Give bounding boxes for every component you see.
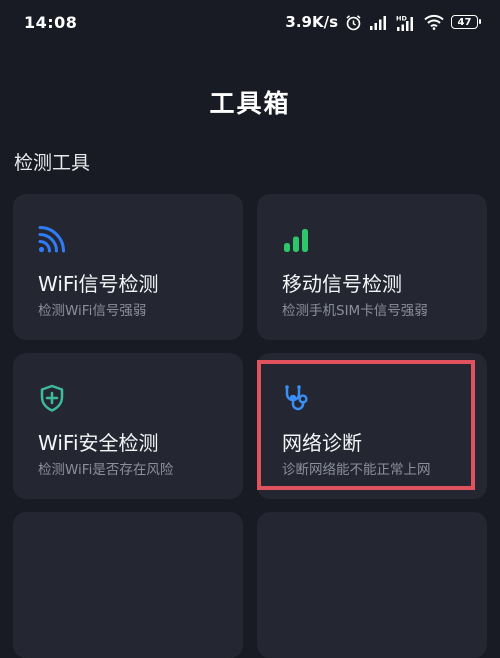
tool-title: 网络诊断 (282, 431, 362, 455)
tool-card-wifi-security[interactable]: WiFi安全检测 检测WiFi是否存在风险 (13, 353, 243, 499)
battery-level: 47 (457, 16, 472, 28)
tool-title: 移动信号检测 (282, 272, 402, 296)
shield-plus-icon (40, 384, 64, 412)
cellular-bars-icon (284, 229, 308, 252)
tool-subtitle: 检测WiFi是否存在风险 (38, 462, 174, 478)
tool-subtitle: 检测手机SIM卡信号强弱 (282, 303, 428, 319)
tool-subtitle: 检测WiFi信号强弱 (38, 303, 147, 319)
page-title: 工具箱 (209, 89, 291, 118)
tool-card-partial[interactable] (257, 512, 487, 658)
alarm-icon (346, 14, 361, 30)
hd-signal-icon: HD (395, 14, 417, 31)
tool-card-partial[interactable] (13, 512, 243, 658)
status-icons: 3.9K/s HD 47 (285, 13, 481, 31)
tool-card-mobile-signal[interactable]: 移动信号检测 检测手机SIM卡信号强弱 (257, 194, 487, 340)
tool-subtitle: 诊断网络能不能正常上网 (282, 462, 431, 478)
hd-label: HD (396, 14, 407, 22)
signal-icon (370, 15, 386, 30)
section-title: 检测工具 (14, 152, 91, 174)
status-time: 14:08 (24, 12, 78, 32)
tool-card-network-diagnosis[interactable]: 网络诊断 诊断网络能不能正常上网 (257, 353, 487, 499)
network-speed: 3.9K/s (285, 13, 338, 31)
wifi-signal-icon (38, 226, 65, 253)
tool-card-wifi-signal[interactable]: WiFi信号检测 检测WiFi信号强弱 (13, 194, 243, 340)
tool-title: WiFi信号检测 (38, 272, 159, 296)
battery-icon: 47 (451, 15, 481, 29)
stethoscope-icon (285, 385, 308, 411)
tool-title: WiFi安全检测 (38, 431, 159, 455)
wifi-icon (424, 14, 444, 30)
status-bar: 14:08 3.9K/s HD 47 (0, 0, 500, 44)
